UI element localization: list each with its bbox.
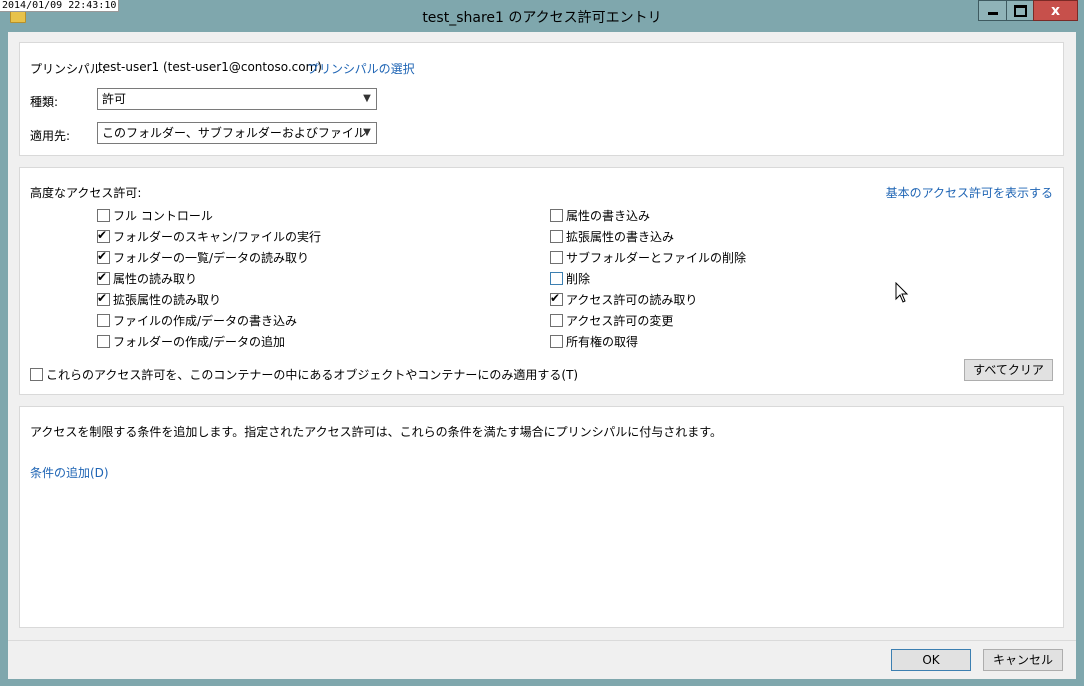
conditions-description: アクセスを制限する条件を追加します。指定されたアクセス許可は、これらの条件を満た… bbox=[30, 425, 723, 439]
type-label: 種類: bbox=[30, 95, 59, 109]
maximize-icon bbox=[1013, 4, 1027, 17]
checkbox-apply-only-within-container[interactable] bbox=[30, 368, 43, 381]
check-icon: ✔ bbox=[97, 270, 108, 284]
principal-panel: プリンシパル: test-user1 (test-user1@contoso.c… bbox=[19, 42, 1064, 156]
label-write-attributes: 属性の書き込み bbox=[566, 209, 651, 223]
ok-button[interactable]: OK bbox=[891, 649, 971, 671]
window-title: test_share1 のアクセス許可エントリ bbox=[422, 10, 662, 26]
cancel-button[interactable]: キャンセル bbox=[983, 649, 1063, 671]
checkbox-write-extended-attributes[interactable] bbox=[550, 230, 563, 243]
label-read-attributes: 属性の読み取り bbox=[113, 272, 198, 286]
title-bar[interactable]: 2014/01/09 22:43:10 test_share1 のアクセス許可エ… bbox=[0, 0, 1084, 32]
applies-to-select[interactable]: このフォルダー、サブフォルダーおよびファイル ▼ bbox=[97, 122, 377, 144]
label-change-permissions: アクセス許可の変更 bbox=[566, 314, 674, 328]
clear-all-button[interactable]: すべてクリア bbox=[964, 359, 1053, 381]
label-delete-subfolders-files: サブフォルダーとファイルの削除 bbox=[566, 251, 747, 265]
minimize-button[interactable] bbox=[978, 0, 1006, 21]
label-create-files-write-data: ファイルの作成/データの書き込み bbox=[113, 314, 298, 328]
checkbox-create-folders-append-data[interactable] bbox=[97, 335, 110, 348]
checkbox-change-permissions[interactable] bbox=[550, 314, 563, 327]
checkbox-traverse-execute[interactable]: ✔ bbox=[97, 228, 110, 243]
label-list-read-data: フォルダーの一覧/データの読み取り bbox=[113, 251, 310, 265]
label-take-ownership: 所有権の取得 bbox=[566, 335, 639, 349]
dialog-footer: OK キャンセル bbox=[8, 640, 1076, 679]
checkbox-read-permissions[interactable]: ✔ bbox=[550, 291, 563, 306]
chevron-down-icon: ▼ bbox=[363, 93, 371, 104]
checkbox-create-files-write-data[interactable] bbox=[97, 314, 110, 327]
maximize-button[interactable] bbox=[1006, 0, 1033, 21]
checkbox-list-read-data[interactable]: ✔ bbox=[97, 249, 110, 264]
principal-value: test-user1 (test-user1@contoso.com) bbox=[98, 60, 322, 74]
dialog-client-area: プリンシパル: test-user1 (test-user1@contoso.c… bbox=[8, 32, 1076, 642]
checkbox-delete[interactable] bbox=[550, 272, 563, 285]
show-basic-permissions-link[interactable]: 基本のアクセス許可を表示する bbox=[886, 184, 1053, 201]
type-select[interactable]: 許可 ▼ bbox=[97, 88, 377, 110]
label-delete: 削除 bbox=[566, 272, 591, 286]
applies-to-label: 適用先: bbox=[30, 129, 71, 143]
applies-to-select-value: このフォルダー、サブフォルダーおよびファイル bbox=[102, 126, 366, 140]
advanced-permissions-panel: 高度なアクセス許可: 基本のアクセス許可を表示する フル コントロール ✔ フォ… bbox=[19, 167, 1064, 395]
check-icon: ✔ bbox=[550, 291, 561, 305]
select-principal-link[interactable]: プリンシパルの選択 bbox=[307, 60, 415, 77]
checkbox-read-attributes[interactable]: ✔ bbox=[97, 270, 110, 285]
dialog-window: 2014/01/09 22:43:10 test_share1 のアクセス許可エ… bbox=[0, 0, 1084, 686]
type-select-value: 許可 bbox=[102, 92, 127, 106]
label-read-extended-attributes: 拡張属性の読み取り bbox=[113, 293, 222, 307]
close-button[interactable]: x bbox=[1033, 0, 1078, 21]
label-read-permissions: アクセス許可の読み取り bbox=[566, 293, 698, 307]
advanced-permissions-heading: 高度なアクセス許可: bbox=[30, 186, 142, 200]
principal-label: プリンシパル: bbox=[30, 62, 106, 76]
label-full-control: フル コントロール bbox=[113, 209, 213, 223]
checkbox-write-attributes[interactable] bbox=[550, 209, 563, 222]
close-icon: x bbox=[1050, 2, 1061, 19]
checkbox-read-extended-attributes[interactable]: ✔ bbox=[97, 291, 110, 306]
check-icon: ✔ bbox=[97, 228, 108, 242]
checkbox-take-ownership[interactable] bbox=[550, 335, 563, 348]
checkbox-delete-subfolders-files[interactable] bbox=[550, 251, 563, 264]
label-traverse-execute: フォルダーのスキャン/ファイルの実行 bbox=[113, 230, 322, 244]
minimize-icon bbox=[987, 12, 998, 15]
checkbox-full-control[interactable] bbox=[97, 209, 110, 222]
add-condition-link[interactable]: 条件の追加(D) bbox=[30, 464, 109, 481]
label-create-folders-append-data: フォルダーの作成/データの追加 bbox=[113, 335, 286, 349]
check-icon: ✔ bbox=[97, 249, 108, 263]
label-write-extended-attributes: 拡張属性の書き込み bbox=[566, 230, 675, 244]
check-icon: ✔ bbox=[97, 291, 108, 305]
conditions-panel: アクセスを制限する条件を追加します。指定されたアクセス許可は、これらの条件を満た… bbox=[19, 406, 1064, 628]
mouse-cursor-icon bbox=[895, 282, 909, 303]
chevron-down-icon: ▼ bbox=[363, 127, 371, 138]
label-apply-only-within-container: これらのアクセス許可を、このコンテナーの中にあるオブジェクトやコンテナーにのみ適… bbox=[46, 368, 579, 382]
